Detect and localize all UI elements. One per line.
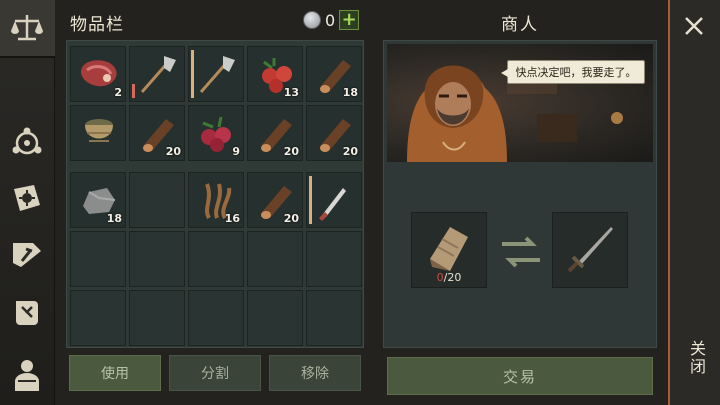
inventory-slot[interactable]: 20 <box>247 105 303 161</box>
add-currency-button[interactable]: + <box>339 10 360 30</box>
durability-bar <box>309 176 312 224</box>
stone-axe-icon <box>140 56 176 93</box>
crafting-icon[interactable] <box>7 122 47 162</box>
inventory-slot-empty[interactable] <box>129 231 185 287</box>
inventory-slot[interactable]: 18 <box>306 46 362 102</box>
sword-icon <box>567 227 613 273</box>
inventory-slot-empty[interactable] <box>247 231 303 287</box>
merchant-speech-bubble: 快点决定吧，我要走了。 <box>501 60 645 84</box>
inventory-slot-empty[interactable] <box>247 290 303 346</box>
inventory-slot-empty[interactable] <box>188 290 244 346</box>
use-button[interactable]: 使用 <box>69 355 161 391</box>
swap-arrows-icon <box>502 236 540 268</box>
inventory-slot-empty[interactable] <box>188 231 244 287</box>
inventory-title: 物品栏 <box>70 15 124 35</box>
silver-coin-icon <box>303 11 321 29</box>
inventory-slot[interactable]: 2 <box>70 46 126 102</box>
inventory-slot[interactable]: 20 <box>129 105 185 161</box>
map-scroll-icon[interactable] <box>7 292 47 332</box>
inventory-slot[interactable] <box>129 46 185 102</box>
stone-axe-icon <box>199 56 235 93</box>
build-hammer-icon[interactable] <box>7 234 47 274</box>
remove-button[interactable]: 移除 <box>269 355 361 391</box>
scales-trade-icon[interactable] <box>7 8 47 48</box>
trade-give-slot[interactable]: 0/20 <box>411 212 487 288</box>
inventory-slot[interactable]: 18 <box>70 172 126 228</box>
wicker-basket-icon <box>85 119 113 142</box>
inventory-slot-empty[interactable] <box>70 290 126 346</box>
inventory-slot-empty[interactable] <box>129 172 185 228</box>
split-button[interactable]: 分割 <box>169 355 261 391</box>
inventory-slot-empty[interactable] <box>306 231 362 287</box>
inventory-slot[interactable]: 16 <box>188 172 244 228</box>
trade-button[interactable]: 交易 <box>387 357 653 395</box>
inventory-slot[interactable] <box>70 105 126 161</box>
currency-amount: 0 <box>325 10 336 30</box>
wood-plank-icon <box>430 227 468 271</box>
trade-requirement: 0/20 <box>436 271 462 284</box>
inventory-slot[interactable]: 20 <box>306 105 362 161</box>
journal-icon[interactable] <box>7 178 47 218</box>
knife-icon <box>319 188 346 221</box>
inventory-slot[interactable] <box>306 172 362 228</box>
inventory-slot[interactable] <box>188 46 244 102</box>
close-label[interactable]: 关闭 <box>680 340 708 376</box>
durability-bar <box>191 50 194 98</box>
inventory-slot-empty[interactable] <box>70 231 126 287</box>
inventory-slot-empty[interactable] <box>129 290 185 346</box>
inventory-slot-empty[interactable] <box>306 290 362 346</box>
durability-bar <box>132 84 135 98</box>
inventory-slot[interactable]: 9 <box>188 105 244 161</box>
trade-receive-slot[interactable] <box>552 212 628 288</box>
character-icon[interactable] <box>7 354 47 394</box>
inventory-slot[interactable]: 20 <box>247 172 303 228</box>
currency-display: 0 + <box>303 10 360 30</box>
close-icon[interactable] <box>682 14 706 38</box>
merchant-title: 商人 <box>501 15 539 35</box>
inventory-slot[interactable]: 13 <box>247 46 303 102</box>
